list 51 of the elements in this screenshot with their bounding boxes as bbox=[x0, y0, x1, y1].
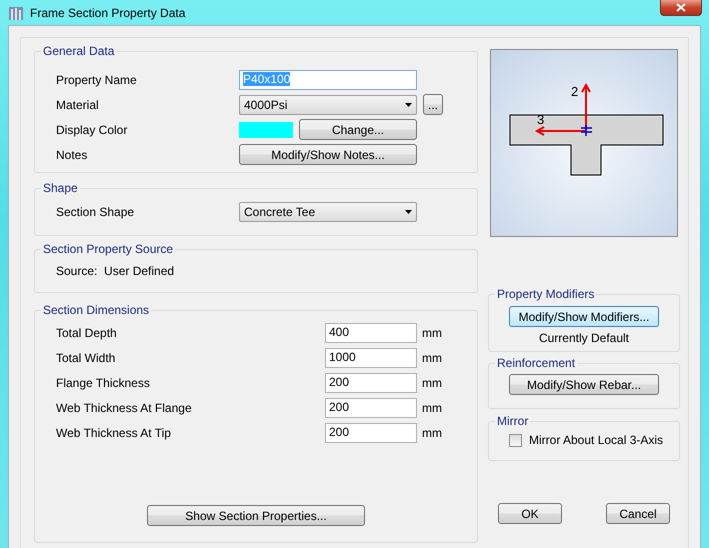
notes-button[interactable]: Modify/Show Notes... bbox=[239, 144, 417, 165]
group-title: Section Property Source bbox=[42, 242, 174, 256]
unit-label: mm bbox=[422, 326, 443, 340]
unit-label: mm bbox=[422, 350, 443, 364]
field-label: Web Thickness At Tip bbox=[56, 426, 172, 440]
unit-label: mm bbox=[422, 400, 443, 414]
rebar-button[interactable]: Modify/Show Rebar... bbox=[509, 374, 659, 395]
origin-icon bbox=[580, 124, 593, 137]
group-title: Shape bbox=[42, 181, 79, 195]
group-title: Section Dimensions bbox=[42, 303, 150, 317]
checkbox-label: Mirror About Local 3-Axis bbox=[529, 433, 664, 447]
axis-2-arrow bbox=[581, 82, 591, 130]
axis-label: 2 bbox=[571, 84, 578, 99]
dimension-field[interactable]: 200 bbox=[325, 372, 417, 392]
more-button[interactable]: ... bbox=[423, 94, 443, 115]
mirror-checkbox[interactable] bbox=[509, 434, 522, 446]
field-label: Web Thickness At Flange bbox=[56, 400, 193, 414]
dropdown-arrow-icon bbox=[405, 102, 412, 106]
source-text: Source: User Defined bbox=[56, 264, 176, 278]
field-label: Notes bbox=[56, 148, 88, 162]
group-title: General Data bbox=[42, 44, 116, 58]
field-label: Display Color bbox=[56, 122, 128, 136]
field-label: Section Shape bbox=[56, 204, 136, 218]
unit-label: mm bbox=[422, 376, 443, 390]
close-button[interactable] bbox=[660, 0, 702, 16]
dialog-button[interactable]: Cancel bbox=[606, 503, 670, 524]
field-label: Property Name bbox=[56, 72, 138, 86]
close-icon bbox=[676, 3, 686, 12]
app-icon bbox=[8, 4, 24, 20]
field-label: Total Width bbox=[56, 350, 116, 364]
axis-3-arrow bbox=[534, 126, 586, 136]
material-dropdown[interactable]: 4000Psi bbox=[239, 94, 417, 114]
status-text: Currently Default bbox=[538, 331, 630, 345]
field-label: Material bbox=[56, 98, 100, 112]
field-label: Total Depth bbox=[56, 326, 118, 340]
dropdown-arrow-icon bbox=[405, 210, 412, 214]
dimension-field[interactable]: 400 bbox=[325, 322, 417, 342]
group-title: Mirror bbox=[496, 414, 530, 428]
window-title: Frame Section Property Data bbox=[30, 6, 186, 20]
field-label: Flange Thickness bbox=[56, 376, 151, 390]
unit-label: mm bbox=[422, 426, 443, 440]
dimension-field[interactable]: 200 bbox=[325, 422, 417, 442]
dimension-field[interactable]: 1000 bbox=[325, 348, 417, 368]
section-shape-dropdown[interactable]: Concrete Tee bbox=[239, 202, 417, 222]
group-title: Property Modifiers bbox=[496, 287, 596, 301]
group-title: Reinforcement bbox=[496, 356, 576, 370]
change-button[interactable]: Change... bbox=[299, 119, 417, 140]
dimension-field[interactable]: 200 bbox=[325, 398, 417, 418]
dialog-button[interactable]: OK bbox=[498, 503, 562, 524]
modifiers-button[interactable]: Modify/Show Modifiers... bbox=[509, 306, 659, 327]
show-properties-button[interactable]: Show Section Properties... bbox=[147, 505, 365, 526]
